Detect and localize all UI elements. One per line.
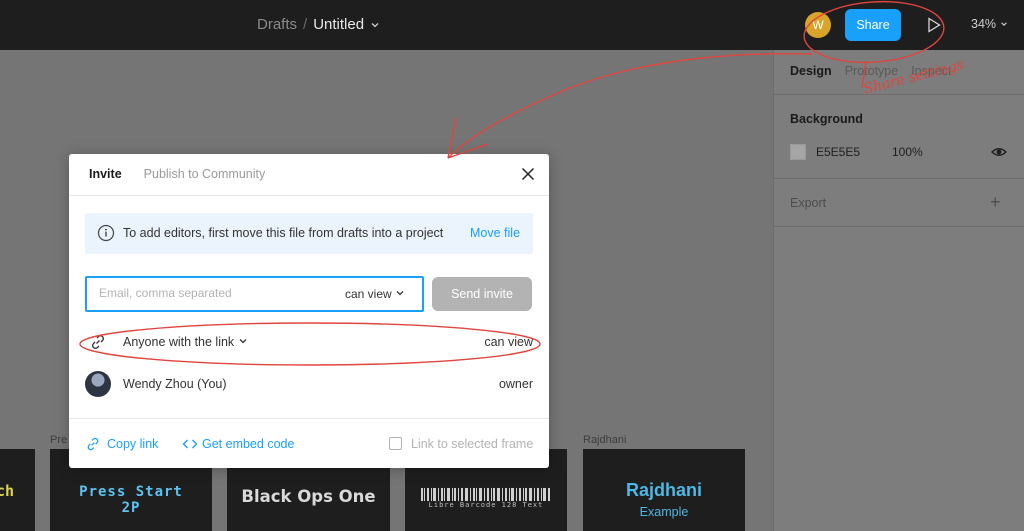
link-access-row: Anyone with the link can view	[85, 330, 533, 354]
background-color-swatch[interactable]	[790, 144, 806, 160]
card-text: ch	[0, 482, 15, 500]
chevron-down-icon[interactable]	[370, 17, 380, 34]
background-hex-value[interactable]: E5E5E5	[816, 145, 860, 159]
link-access-dropdown[interactable]: Anyone with the link	[123, 335, 248, 349]
barcode-graphic	[421, 488, 550, 501]
copy-link-label: Copy link	[107, 437, 159, 451]
plus-icon[interactable]: +	[990, 192, 1001, 213]
user-avatar[interactable]: W	[805, 12, 831, 38]
get-embed-code-button[interactable]: Get embed code	[182, 437, 294, 451]
info-icon	[97, 224, 115, 242]
divider	[774, 178, 1024, 179]
share-dialog: Invite Publish to Community To add editor…	[69, 154, 549, 468]
background-opacity-value[interactable]: 100%	[892, 145, 923, 159]
divider	[69, 195, 549, 196]
notice-message: To add editors, first move this file fro…	[123, 226, 444, 240]
link-to-frame-checkbox[interactable]	[389, 437, 402, 450]
tab-invite[interactable]: Invite	[89, 167, 122, 181]
link-icon	[89, 333, 107, 351]
breadcrumb-separator: /	[303, 16, 308, 33]
zoom-label: 34%	[971, 17, 997, 31]
card-label-press-start: Pre	[50, 434, 68, 446]
annotation-arrow	[447, 52, 813, 159]
link-access-label: Anyone with the link	[123, 335, 235, 349]
divider	[774, 226, 1024, 227]
play-icon[interactable]	[925, 16, 943, 34]
share-button[interactable]: Share	[845, 9, 901, 41]
move-file-link[interactable]: Move file	[470, 226, 520, 240]
avatar	[85, 371, 111, 397]
info-notice: To add editors, first move this file fro…	[85, 213, 533, 254]
annotation-arrow-head	[447, 117, 489, 159]
properties-panel: Design Prototype Inspect Background E5E5E5…	[773, 50, 1024, 531]
copy-link-button[interactable]: Copy link	[85, 437, 158, 451]
card-text: Example	[639, 505, 689, 519]
font-card[interactable]: Rajdhani Example	[583, 449, 745, 531]
user-role: owner	[498, 377, 533, 391]
file-name[interactable]: Untitled	[313, 16, 364, 33]
email-permission-label: can view	[345, 287, 392, 301]
user-row: Wendy Zhou (You) owner	[85, 371, 533, 397]
tab-publish-to-community[interactable]: Publish to Community	[144, 167, 266, 181]
card-text: Black Ops One	[241, 487, 376, 506]
email-input[interactable]	[99, 286, 319, 300]
export-section-title: Export	[790, 196, 827, 210]
embed-label: Get embed code	[202, 437, 295, 451]
chevron-down-icon	[395, 287, 405, 301]
card-text: Press Start	[79, 484, 183, 500]
card-text: Rajdhani	[625, 480, 702, 500]
card-text: 2P	[121, 500, 141, 516]
send-invite-button[interactable]: Send invite	[432, 277, 532, 311]
card-label-rajdhani: Rajdhani	[583, 434, 627, 446]
link-to-frame-label: Link to selected frame	[411, 437, 534, 451]
card-text: Libre Barcode 128 Text	[428, 501, 544, 509]
chevron-down-icon	[238, 335, 248, 349]
close-icon[interactable]	[520, 166, 536, 182]
background-section-title: Background	[790, 112, 863, 126]
divider	[69, 418, 549, 419]
tab-design[interactable]: Design	[790, 64, 832, 78]
divider	[774, 94, 1024, 95]
zoom-control[interactable]: 34%	[971, 17, 1008, 31]
top-toolbar: Drafts / Untitled W Share 34%	[0, 0, 1024, 50]
dialog-tabs: Invite Publish to Community	[89, 167, 287, 181]
zoom-chevron-icon	[1000, 17, 1008, 31]
eye-icon[interactable]	[990, 144, 1008, 160]
link-permission-dropdown[interactable]: can view	[484, 335, 533, 349]
email-field: can view	[85, 276, 424, 312]
email-permission-dropdown[interactable]: can view	[345, 287, 405, 301]
font-card[interactable]: ch	[0, 449, 35, 531]
breadcrumb-drafts[interactable]: Drafts	[257, 16, 297, 33]
user-name: Wendy Zhou (You)	[123, 377, 227, 391]
breadcrumb: Drafts / Untitled	[257, 16, 380, 34]
